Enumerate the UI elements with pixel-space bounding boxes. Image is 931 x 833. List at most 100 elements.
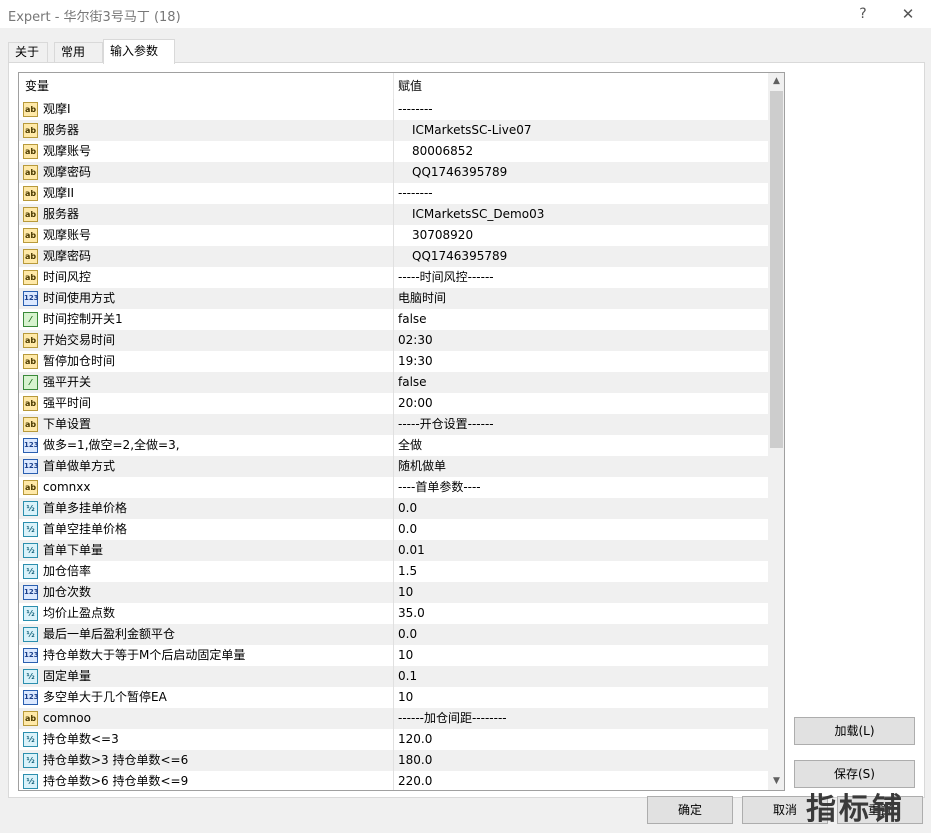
value-cell[interactable]: ICMarketsSC-Live07 [412, 120, 532, 141]
column-header-variable[interactable]: 变量 [19, 73, 394, 99]
variable-cell[interactable]: ab 开始交易时间 [19, 330, 394, 351]
table-row[interactable]: 123 加仓次数 10 [19, 582, 768, 603]
table-row[interactable]: ½ 固定单量 0.1 [19, 666, 768, 687]
table-row[interactable]: ab 强平时间 20:00 [19, 393, 768, 414]
variable-cell[interactable]: ab comnxx [19, 477, 394, 498]
value-cell[interactable]: 220.0 [398, 771, 432, 790]
variable-cell[interactable]: ab 暂停加仓时间 [19, 351, 394, 372]
value-cell[interactable]: 10 [398, 645, 413, 666]
tab-common[interactable]: 常用 [54, 42, 103, 63]
variable-cell[interactable]: ½ 持仓单数<=3 [19, 729, 394, 750]
table-row[interactable]: ½ 首单多挂单价格 0.0 [19, 498, 768, 519]
value-cell[interactable]: -------- [398, 99, 433, 120]
variable-cell[interactable]: ½ 首单下单量 [19, 540, 394, 561]
table-row[interactable]: ab 观摩密码 QQ1746395789 [19, 162, 768, 183]
scroll-thumb[interactable] [770, 91, 783, 448]
table-row[interactable]: ab comnxx ----首单参数---- [19, 477, 768, 498]
table-row[interactable]: ab 观摩I -------- [19, 99, 768, 120]
variable-cell[interactable]: ab 下单设置 [19, 414, 394, 435]
variable-cell[interactable]: ½ 首单空挂单价格 [19, 519, 394, 540]
table-row[interactable]: ½ 加仓倍率 1.5 [19, 561, 768, 582]
variable-cell[interactable]: ½ 持仓单数>6 持仓单数<=9 [19, 771, 394, 790]
variable-cell[interactable]: ½ 首单多挂单价格 [19, 498, 394, 519]
table-row[interactable]: ab 服务器 ICMarketsSC_Demo03 [19, 204, 768, 225]
value-cell[interactable]: ----首单参数---- [398, 477, 481, 498]
value-cell[interactable]: 全做 [398, 435, 422, 456]
variable-cell[interactable]: ab 时间风控 [19, 267, 394, 288]
value-cell[interactable]: 0.0 [398, 519, 417, 540]
variable-cell[interactable]: ½ 均价止盈点数 [19, 603, 394, 624]
variable-cell[interactable]: ½ 加仓倍率 [19, 561, 394, 582]
value-cell[interactable]: 0.0 [398, 498, 417, 519]
variable-cell[interactable]: ab 观摩账号 [19, 141, 394, 162]
save-button[interactable]: 保存(S) [794, 760, 915, 788]
tab-inputs[interactable]: 输入参数 [103, 39, 175, 64]
tab-about[interactable]: 关于 [8, 42, 48, 63]
value-cell[interactable]: 180.0 [398, 750, 432, 771]
variable-cell[interactable]: 123 持仓单数大于等于M个后启动固定单量 [19, 645, 394, 666]
value-cell[interactable]: -----开仓设置------ [398, 414, 494, 435]
value-cell[interactable]: 1.5 [398, 561, 417, 582]
table-row[interactable]: ½ 持仓单数<=3 120.0 [19, 729, 768, 750]
table-row[interactable]: 123 持仓单数大于等于M个后启动固定单量 10 [19, 645, 768, 666]
variable-cell[interactable]: ½ 最后一单后盈利金额平仓 [19, 624, 394, 645]
ok-button[interactable]: 确定 [647, 796, 733, 824]
table-row[interactable]: ab 时间风控 -----时间风控------ [19, 267, 768, 288]
variable-cell[interactable]: 123 多空单大于几个暂停EA [19, 687, 394, 708]
table-row[interactable]: ab 观摩账号 80006852 [19, 141, 768, 162]
variable-cell[interactable]: 123 加仓次数 [19, 582, 394, 603]
variable-cell[interactable]: 123 做多=1,做空=2,全做=3, [19, 435, 394, 456]
column-header-value[interactable]: 赋值 [394, 73, 768, 99]
table-row[interactable]: ab 服务器 ICMarketsSC-Live07 [19, 120, 768, 141]
variable-cell[interactable]: ab 强平时间 [19, 393, 394, 414]
value-cell[interactable]: 20:00 [398, 393, 433, 414]
variable-cell[interactable]: ab 服务器 [19, 120, 394, 141]
table-row[interactable]: ab 观摩账号 30708920 [19, 225, 768, 246]
table-row[interactable]: ab 开始交易时间 02:30 [19, 330, 768, 351]
value-cell[interactable]: 120.0 [398, 729, 432, 750]
variable-cell[interactable]: ½ 固定单量 [19, 666, 394, 687]
load-button[interactable]: 加载(L) [794, 717, 915, 745]
value-cell[interactable]: -----时间风控------ [398, 267, 494, 288]
scroll-up-arrow-icon[interactable]: ▲ [768, 73, 784, 90]
variable-cell[interactable]: ab 观摩密码 [19, 246, 394, 267]
table-row[interactable]: ab 下单设置 -----开仓设置------ [19, 414, 768, 435]
close-button[interactable]: ✕ [893, 2, 923, 26]
value-cell[interactable]: QQ1746395789 [412, 246, 507, 267]
value-cell[interactable]: 电脑时间 [398, 288, 446, 309]
value-cell[interactable]: QQ1746395789 [412, 162, 507, 183]
table-row[interactable]: ½ 持仓单数>3 持仓单数<=6 180.0 [19, 750, 768, 771]
table-row[interactable]: ⁄ 强平开关 false [19, 372, 768, 393]
table-row[interactable]: 123 做多=1,做空=2,全做=3, 全做 [19, 435, 768, 456]
value-cell[interactable]: 0.1 [398, 666, 417, 687]
table-row[interactable]: ab 观摩II -------- [19, 183, 768, 204]
vertical-scrollbar[interactable]: ▲ ▼ [768, 73, 784, 790]
scroll-down-arrow-icon[interactable]: ▼ [768, 773, 784, 790]
value-cell[interactable]: ICMarketsSC_Demo03 [412, 204, 544, 225]
variable-cell[interactable]: ⁄ 时间控制开关1 [19, 309, 394, 330]
variable-cell[interactable]: ab 服务器 [19, 204, 394, 225]
table-row[interactable]: ab comnoo ------加仓间距-------- [19, 708, 768, 729]
table-row[interactable]: ½ 首单下单量 0.01 [19, 540, 768, 561]
table-row[interactable]: ½ 首单空挂单价格 0.0 [19, 519, 768, 540]
value-cell[interactable]: 19:30 [398, 351, 433, 372]
table-row[interactable]: 123 首单做单方式 随机做单 [19, 456, 768, 477]
variable-cell[interactable]: ab comnoo [19, 708, 394, 729]
value-cell[interactable]: ------加仓间距-------- [398, 708, 507, 729]
table-row[interactable]: 123 时间使用方式 电脑时间 [19, 288, 768, 309]
value-cell[interactable]: 35.0 [398, 603, 425, 624]
variable-cell[interactable]: ab 观摩账号 [19, 225, 394, 246]
table-row[interactable]: ½ 持仓单数>6 持仓单数<=9 220.0 [19, 771, 768, 790]
value-cell[interactable]: 02:30 [398, 330, 433, 351]
value-cell[interactable]: 10 [398, 582, 413, 603]
table-row[interactable]: ab 暂停加仓时间 19:30 [19, 351, 768, 372]
value-cell[interactable]: false [398, 372, 427, 393]
variable-cell[interactable]: ab 观摩I [19, 99, 394, 120]
variable-cell[interactable]: ab 观摩II [19, 183, 394, 204]
variable-cell[interactable]: ½ 持仓单数>3 持仓单数<=6 [19, 750, 394, 771]
variable-cell[interactable]: ⁄ 强平开关 [19, 372, 394, 393]
table-row[interactable]: ½ 最后一单后盈利金额平仓 0.0 [19, 624, 768, 645]
value-cell[interactable]: 0.0 [398, 624, 417, 645]
value-cell[interactable]: false [398, 309, 427, 330]
value-cell[interactable]: 80006852 [412, 141, 473, 162]
